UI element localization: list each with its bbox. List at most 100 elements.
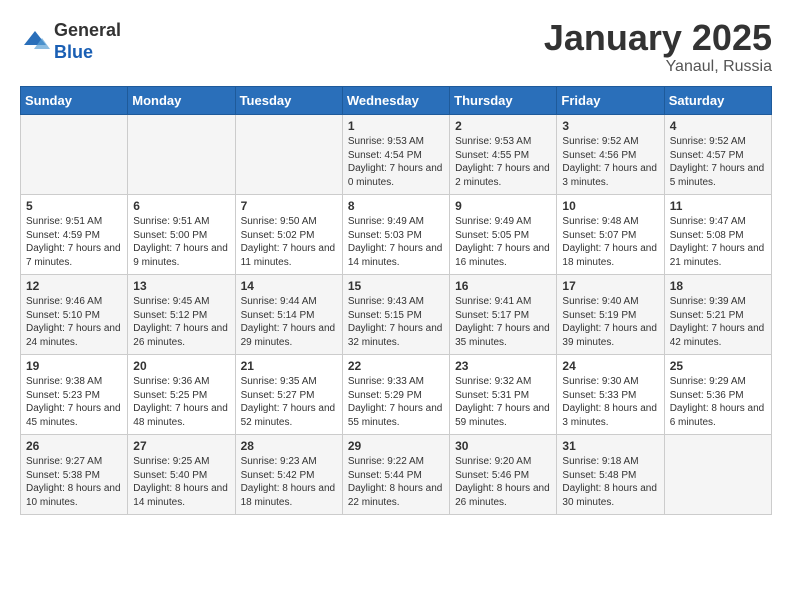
calendar-cell: 9 Sunrise: 9:49 AM Sunset: 5:05 PM Daylig… — [450, 195, 557, 275]
calendar-cell: 3Sunrise: 9:52 AM Sunset: 4:56 PM Daylig… — [557, 115, 664, 195]
day-content: Sunrise: 9:30 AM Sunset: 5:33 PM Dayligh… — [562, 375, 658, 429]
day-number: 7 — [241, 199, 337, 213]
day-number: 30 — [455, 439, 551, 453]
logo-blue: Blue — [54, 42, 121, 64]
day-number: 26 — [26, 439, 122, 453]
calendar-cell: 27 Sunrise: 9:25 AM Sunset: 5:40 PM Dayli… — [128, 435, 235, 515]
calendar-cell — [128, 115, 235, 195]
day-number: 11 — [670, 199, 766, 213]
day-content: Sunrise: 9:27 AM Sunset: 5:38 PM Dayligh… — [26, 455, 122, 509]
month-title: January 2025 — [544, 20, 772, 56]
calendar-cell: 2 Sunrise: 9:53 AM Sunset: 4:55 PM Daylig… — [450, 115, 557, 195]
calendar-cell: 12 Sunrise: 9:46 AM Sunset: 5:10 PM Dayli… — [21, 275, 128, 355]
calendar-cell — [664, 435, 771, 515]
day-number: 4 — [670, 119, 766, 133]
calendar-cell: 10 Sunrise: 9:48 AM Sunset: 5:07 PM Dayli… — [557, 195, 664, 275]
day-number: 9 — [455, 199, 551, 213]
day-content: Sunrise: 9:47 AM Sunset: 5:08 PM Dayligh… — [670, 215, 766, 269]
logo-text: General Blue — [54, 20, 121, 63]
day-number: 6 — [133, 199, 229, 213]
day-content: Sunrise: 9:20 AM Sunset: 5:46 PM Dayligh… — [455, 455, 551, 509]
title-block: January 2025 Yanaul, Russia — [544, 20, 772, 76]
calendar-cell: 30 Sunrise: 9:20 AM Sunset: 5:46 PM Dayli… — [450, 435, 557, 515]
day-number: 21 — [241, 359, 337, 373]
dow-header-thursday: Thursday — [450, 87, 557, 115]
day-number: 20 — [133, 359, 229, 373]
dow-header-monday: Monday — [128, 87, 235, 115]
day-number: 22 — [348, 359, 444, 373]
day-content: Sunrise: 9:53 AM Sunset: 4:55 PM Dayligh… — [455, 135, 551, 189]
calendar-cell: 17 Sunrise: 9:40 AM Sunset: 5:19 PM Dayli… — [557, 275, 664, 355]
day-content: Sunrise: 9:35 AM Sunset: 5:27 PM Dayligh… — [241, 375, 337, 429]
day-number: 5 — [26, 199, 122, 213]
day-content: Sunrise: 9:48 AM Sunset: 5:07 PM Dayligh… — [562, 215, 658, 269]
dow-header-saturday: Saturday — [664, 87, 771, 115]
day-content: Sunrise: 9:45 AM Sunset: 5:12 PM Dayligh… — [133, 295, 229, 349]
calendar-cell: 18 Sunrise: 9:39 AM Sunset: 5:21 PM Dayli… — [664, 275, 771, 355]
calendar-cell: 23 Sunrise: 9:32 AM Sunset: 5:31 PM Dayli… — [450, 355, 557, 435]
day-content: Sunrise: 9:51 AM Sunset: 5:00 PM Dayligh… — [133, 215, 229, 269]
day-number: 23 — [455, 359, 551, 373]
day-number: 25 — [670, 359, 766, 373]
day-number: 13 — [133, 279, 229, 293]
day-content: Sunrise: 9:32 AM Sunset: 5:31 PM Dayligh… — [455, 375, 551, 429]
calendar-table: SundayMondayTuesdayWednesdayThursdayFrid… — [20, 86, 772, 515]
calendar-cell — [21, 115, 128, 195]
calendar-cell: 26 Sunrise: 9:27 AM Sunset: 5:38 PM Dayli… — [21, 435, 128, 515]
day-content: Sunrise: 9:39 AM Sunset: 5:21 PM Dayligh… — [670, 295, 766, 349]
logo: General Blue — [20, 20, 121, 63]
day-number: 15 — [348, 279, 444, 293]
calendar-cell: 31 Sunrise: 9:18 AM Sunset: 5:48 PM Dayli… — [557, 435, 664, 515]
day-content: Sunrise: 9:25 AM Sunset: 5:40 PM Dayligh… — [133, 455, 229, 509]
day-content: Sunrise: 9:49 AM Sunset: 5:03 PM Dayligh… — [348, 215, 444, 269]
calendar-cell: 1Sunrise: 9:53 AM Sunset: 4:54 PM Daylig… — [342, 115, 449, 195]
day-content: Sunrise: 9:40 AM Sunset: 5:19 PM Dayligh… — [562, 295, 658, 349]
day-content: Sunrise: 9:44 AM Sunset: 5:14 PM Dayligh… — [241, 295, 337, 349]
dow-header-friday: Friday — [557, 87, 664, 115]
day-number: 18 — [670, 279, 766, 293]
page-header: General Blue January 2025 Yanaul, Russia — [20, 20, 772, 76]
day-number: 19 — [26, 359, 122, 373]
calendar-cell: 19 Sunrise: 9:38 AM Sunset: 5:23 PM Dayli… — [21, 355, 128, 435]
day-content: Sunrise: 9:52 AM Sunset: 4:56 PM Dayligh… — [562, 135, 658, 189]
logo-general: General — [54, 20, 121, 42]
calendar-cell: 13 Sunrise: 9:45 AM Sunset: 5:12 PM Dayli… — [128, 275, 235, 355]
day-content: Sunrise: 9:49 AM Sunset: 5:05 PM Dayligh… — [455, 215, 551, 269]
location-subtitle: Yanaul, Russia — [544, 58, 772, 76]
day-content: Sunrise: 9:29 AM Sunset: 5:36 PM Dayligh… — [670, 375, 766, 429]
calendar-cell: 4 Sunrise: 9:52 AM Sunset: 4:57 PM Daylig… — [664, 115, 771, 195]
calendar-cell: 15 Sunrise: 9:43 AM Sunset: 5:15 PM Dayli… — [342, 275, 449, 355]
day-number: 17 — [562, 279, 658, 293]
dow-header-sunday: Sunday — [21, 87, 128, 115]
calendar-cell: 6 Sunrise: 9:51 AM Sunset: 5:00 PM Daylig… — [128, 195, 235, 275]
calendar-cell: 5Sunrise: 9:51 AM Sunset: 4:59 PM Daylig… — [21, 195, 128, 275]
day-content: Sunrise: 9:52 AM Sunset: 4:57 PM Dayligh… — [670, 135, 766, 189]
day-number: 24 — [562, 359, 658, 373]
day-number: 16 — [455, 279, 551, 293]
day-content: Sunrise: 9:46 AM Sunset: 5:10 PM Dayligh… — [26, 295, 122, 349]
day-number: 28 — [241, 439, 337, 453]
day-content: Sunrise: 9:41 AM Sunset: 5:17 PM Dayligh… — [455, 295, 551, 349]
calendar-cell: 11 Sunrise: 9:47 AM Sunset: 5:08 PM Dayli… — [664, 195, 771, 275]
day-content: Sunrise: 9:23 AM Sunset: 5:42 PM Dayligh… — [241, 455, 337, 509]
calendar-cell: 16 Sunrise: 9:41 AM Sunset: 5:17 PM Dayli… — [450, 275, 557, 355]
calendar-cell: 29Sunrise: 9:22 AM Sunset: 5:44 PM Dayli… — [342, 435, 449, 515]
day-content: Sunrise: 9:33 AM Sunset: 5:29 PM Dayligh… — [348, 375, 444, 429]
day-content: Sunrise: 9:36 AM Sunset: 5:25 PM Dayligh… — [133, 375, 229, 429]
day-number: 1 — [348, 119, 444, 133]
day-number: 12 — [26, 279, 122, 293]
day-content: Sunrise: 9:43 AM Sunset: 5:15 PM Dayligh… — [348, 295, 444, 349]
day-content: Sunrise: 9:38 AM Sunset: 5:23 PM Dayligh… — [26, 375, 122, 429]
day-content: Sunrise: 9:50 AM Sunset: 5:02 PM Dayligh… — [241, 215, 337, 269]
calendar-cell: 7 Sunrise: 9:50 AM Sunset: 5:02 PM Daylig… — [235, 195, 342, 275]
day-content: Sunrise: 9:18 AM Sunset: 5:48 PM Dayligh… — [562, 455, 658, 509]
calendar-cell: 14Sunrise: 9:44 AM Sunset: 5:14 PM Dayli… — [235, 275, 342, 355]
day-number: 2 — [455, 119, 551, 133]
calendar-cell: 25 Sunrise: 9:29 AM Sunset: 5:36 PM Dayli… — [664, 355, 771, 435]
day-number: 10 — [562, 199, 658, 213]
calendar-cell: 24 Sunrise: 9:30 AM Sunset: 5:33 PM Dayli… — [557, 355, 664, 435]
day-number: 27 — [133, 439, 229, 453]
day-number: 31 — [562, 439, 658, 453]
calendar-cell: 8Sunrise: 9:49 AM Sunset: 5:03 PM Daylig… — [342, 195, 449, 275]
calendar-cell: 21 Sunrise: 9:35 AM Sunset: 5:27 PM Dayli… — [235, 355, 342, 435]
